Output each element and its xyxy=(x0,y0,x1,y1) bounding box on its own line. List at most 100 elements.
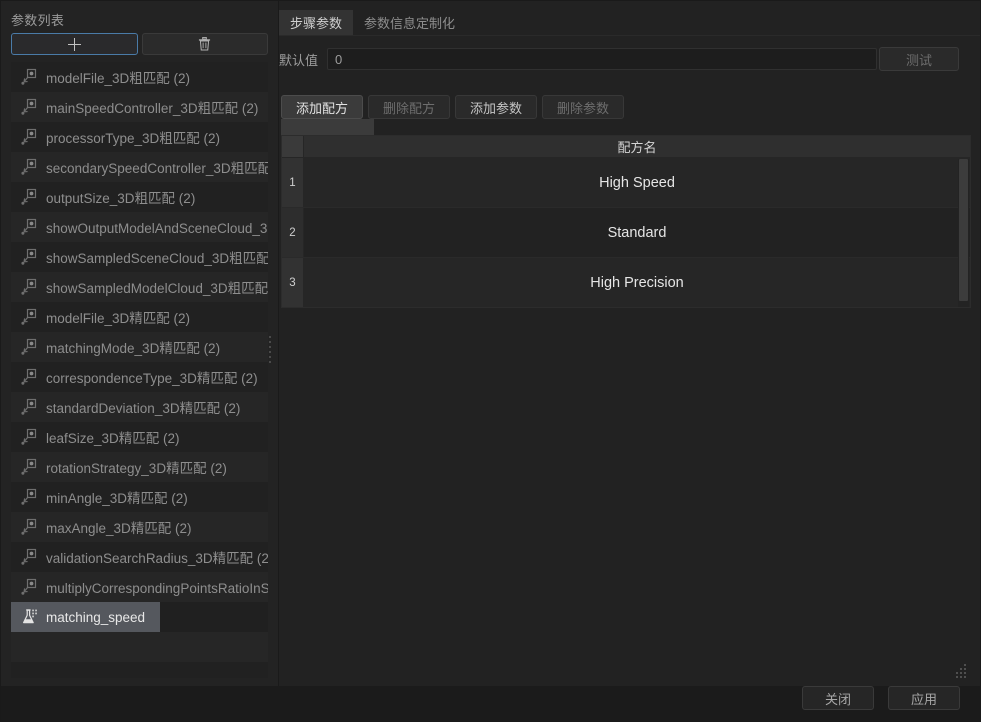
parameter-list-title: 参数列表 xyxy=(11,13,65,28)
list-item[interactable]: matchingMode_3D精匹配 (2) xyxy=(11,332,268,362)
list-item-label: mainSpeedController_3D粗匹配 (2) xyxy=(46,101,259,116)
parameter-list[interactable]: modelFile_3D粗匹配 (2) mainSpeedController_3… xyxy=(11,62,268,678)
list-item-label: standardDeviation_3D精匹配 (2) xyxy=(46,401,241,416)
list-item-label: multiplyCorrespondingPointsRatioInScene_… xyxy=(46,581,268,596)
recipe-table-header: 配方名 xyxy=(282,136,970,158)
list-item-label: modelFile_3D精匹配 (2) xyxy=(46,311,191,326)
list-item-label: showOutputModelAndSceneCloud_3D粗匹配 (2) xyxy=(46,221,268,236)
cell-recipe-name[interactable]: High Speed xyxy=(304,158,970,207)
parameter-editor-window: 参数列表 modelFile_3D粗匹配 (2) mainSpeedControl… xyxy=(0,0,981,722)
list-item-label: minAngle_3D精匹配 (2) xyxy=(46,491,188,506)
list-item-label: validationSearchRadius_3D精匹配 (2) xyxy=(46,551,268,566)
row-header[interactable]: 2 xyxy=(282,208,304,257)
list-item-label: outputSize_3D粗匹配 (2) xyxy=(46,191,196,206)
parameter-node-icon xyxy=(21,518,39,536)
list-item-selected[interactable]: matching_speed xyxy=(11,602,268,632)
list-item[interactable]: standardDeviation_3D精匹配 (2) xyxy=(11,392,268,422)
list-item[interactable]: secondarySpeedController_3D粗匹配 (2) xyxy=(11,152,268,182)
parameter-node-icon xyxy=(21,278,39,296)
list-item-label: correspondenceType_3D精匹配 (2) xyxy=(46,371,258,386)
parameter-list-panel: 参数列表 modelFile_3D粗匹配 (2) mainSpeedControl… xyxy=(0,0,279,686)
column-header-recipe-name[interactable]: 配方名 xyxy=(304,136,970,157)
list-item-label: maxAngle_3D精匹配 (2) xyxy=(46,521,192,536)
parameter-node-icon xyxy=(21,398,39,416)
delete-parameter-column-button[interactable]: 删除参数 xyxy=(542,95,625,119)
cell-recipe-name[interactable]: Standard xyxy=(304,208,970,257)
list-item-label: leafSize_3D精匹配 (2) xyxy=(46,431,180,446)
parameter-node-icon xyxy=(21,128,39,146)
plus-icon xyxy=(67,37,81,51)
parameter-node-icon xyxy=(21,548,39,566)
delete-parameter-button[interactable] xyxy=(141,33,268,55)
list-item[interactable]: showSampledModelCloud_3D粗匹配 (2) xyxy=(11,272,268,302)
parameter-node-icon xyxy=(21,98,39,116)
parameter-node-icon xyxy=(21,218,39,236)
parameter-node-icon xyxy=(21,68,39,86)
list-item[interactable]: mainSpeedController_3D粗匹配 (2) xyxy=(11,92,268,122)
default-value-label: 默认值 xyxy=(279,52,319,68)
list-item-label: matching_speed xyxy=(46,609,146,625)
list-item[interactable]: correspondenceType_3D精匹配 (2) xyxy=(11,362,268,392)
table-row[interactable]: 2 Standard xyxy=(282,208,970,258)
row-header[interactable]: 1 xyxy=(282,158,304,207)
parameter-node-icon xyxy=(21,428,39,446)
list-item[interactable]: leafSize_3D精匹配 (2) xyxy=(11,422,268,452)
list-item[interactable]: showSampledSceneCloud_3D粗匹配 (2) xyxy=(11,242,268,272)
add-parameter-column-button[interactable]: 添加参数 xyxy=(455,95,538,119)
parameter-node-icon xyxy=(21,488,39,506)
parameter-list-toolbar xyxy=(11,33,268,55)
add-recipe-button-hover-tail xyxy=(281,119,374,135)
list-item[interactable]: processorType_3D粗匹配 (2) xyxy=(11,122,268,152)
tab-bar: 步骤参数 参数信息定制化 xyxy=(279,10,466,35)
table-row[interactable]: 3 High Precision xyxy=(282,258,970,307)
apply-button[interactable]: 应用 xyxy=(888,686,960,710)
add-parameter-button[interactable] xyxy=(11,33,138,55)
parameter-node-icon xyxy=(21,338,39,356)
tab-step-parameters[interactable]: 步骤参数 xyxy=(279,10,354,35)
list-item-label: modelFile_3D粗匹配 (2) xyxy=(46,71,191,86)
recipe-table-scrollbar[interactable] xyxy=(958,159,969,307)
dialog-footer: 关闭 应用 xyxy=(0,686,981,722)
parameter-node-icon xyxy=(21,368,39,386)
parameter-node-icon xyxy=(21,248,39,266)
list-item[interactable]: outputSize_3D粗匹配 (2) xyxy=(11,182,268,212)
row-header[interactable]: 3 xyxy=(282,258,304,307)
tab-bar-divider xyxy=(279,35,981,36)
list-item-label: processorType_3D粗匹配 (2) xyxy=(46,131,221,146)
dialog-footer-buttons: 关闭 应用 xyxy=(802,686,960,710)
list-item[interactable]: minAngle_3D精匹配 (2) xyxy=(11,482,268,512)
parameter-node-icon xyxy=(21,188,39,206)
delete-recipe-button[interactable]: 删除配方 xyxy=(368,95,451,119)
recipe-table-body: 1 High Speed 2 Standard 3 High Precision xyxy=(282,158,970,307)
list-item[interactable]: showOutputModelAndSceneCloud_3D粗匹配 (2) xyxy=(11,212,268,242)
cell-recipe-name[interactable]: High Precision xyxy=(304,258,970,307)
list-item-label: showSampledModelCloud_3D粗匹配 (2) xyxy=(46,281,268,296)
recipe-table-scrollbar-thumb[interactable] xyxy=(959,159,968,301)
list-item[interactable]: modelFile_3D粗匹配 (2) xyxy=(11,62,268,92)
list-item[interactable]: maxAngle_3D精匹配 (2) xyxy=(11,512,268,542)
table-row[interactable]: 1 High Speed xyxy=(282,158,970,208)
list-item-label: secondarySpeedController_3D粗匹配 (2) xyxy=(46,161,268,176)
default-value-input[interactable]: 0 xyxy=(327,48,877,70)
list-item-empty xyxy=(11,632,268,662)
recipe-table[interactable]: 配方名 1 High Speed 2 Standard 3 High Precision xyxy=(281,135,971,308)
close-button[interactable]: 关闭 xyxy=(802,686,874,710)
list-item[interactable]: rotationStrategy_3D精匹配 (2) xyxy=(11,452,268,482)
list-item-label: showSampledSceneCloud_3D粗匹配 (2) xyxy=(46,251,268,266)
add-recipe-button[interactable]: 添加配方 xyxy=(281,95,364,119)
step-parameter-panel: 步骤参数 参数信息定制化 默认值 0 测试 添加配方 删除配方 添加参数 删除参… xyxy=(279,0,981,686)
list-item-label: matchingMode_3D精匹配 (2) xyxy=(46,341,221,356)
tab-parameter-info-customization[interactable]: 参数信息定制化 xyxy=(353,10,466,35)
test-button[interactable]: 测试 xyxy=(879,47,959,71)
list-item[interactable]: validationSearchRadius_3D精匹配 (2) xyxy=(11,542,268,572)
recipe-flask-icon xyxy=(21,608,39,626)
table-corner-cell[interactable] xyxy=(282,136,304,157)
panel-splitter-handle[interactable] xyxy=(269,336,273,363)
list-item-label: rotationStrategy_3D精匹配 (2) xyxy=(46,461,227,476)
trash-icon xyxy=(199,37,211,51)
list-item[interactable]: modelFile_3D精匹配 (2) xyxy=(11,302,268,332)
list-item[interactable]: multiplyCorrespondingPointsRatioInScene_… xyxy=(11,572,268,602)
recipe-action-buttons: 添加配方 删除配方 添加参数 删除参数 xyxy=(281,95,625,119)
parameter-node-icon xyxy=(21,158,39,176)
resize-grip-icon[interactable] xyxy=(954,664,968,678)
